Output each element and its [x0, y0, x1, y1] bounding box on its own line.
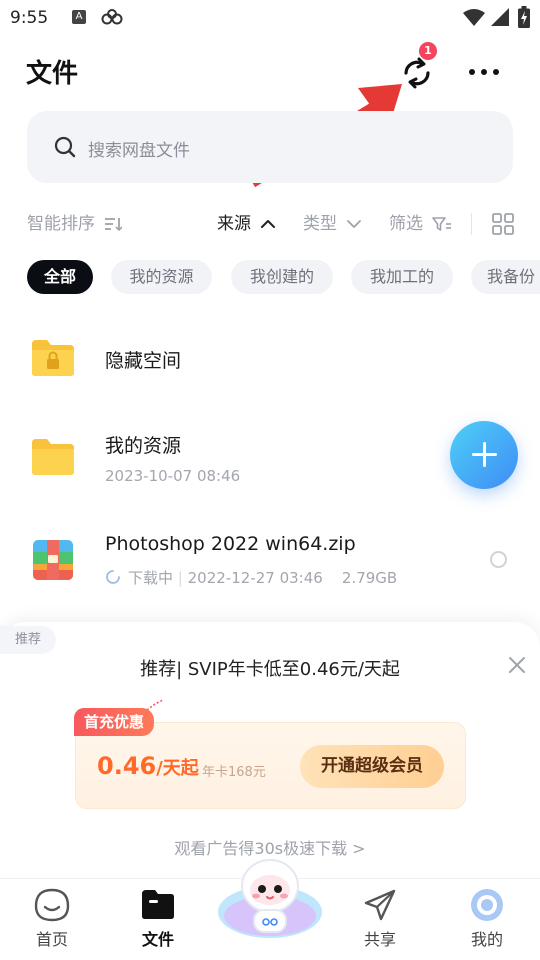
file-row-hidden-space[interactable] — [0, 322, 540, 398]
smart-sort-button[interactable]: 智能排序 — [27, 212, 123, 236]
nav-share[interactable]: 共享 — [345, 886, 415, 952]
chevron-down-icon — [347, 220, 362, 228]
chip-backup[interactable]: 我备份 — [471, 260, 540, 294]
zip-archive-icon — [33, 540, 73, 580]
open-svip-button[interactable]: 开通超级会员 — [300, 745, 444, 788]
source-label: 来源 — [217, 214, 251, 234]
home-icon — [34, 888, 70, 922]
nav-label: 共享 — [363, 930, 396, 949]
mascot-icon — [218, 859, 322, 938]
status-time: 9:55 — [10, 8, 49, 28]
filter-funnel-icon — [432, 217, 452, 231]
file-name: 我的资源 — [105, 435, 182, 457]
page-title: 文件 — [26, 59, 79, 89]
chevron-up-icon — [261, 220, 276, 228]
search-placeholder: 搜索网盘文件 — [88, 141, 190, 161]
source-dropdown[interactable]: 来源 — [217, 212, 276, 236]
offer-price: 0.46/天起 — [97, 752, 199, 780]
chip-my-resources[interactable]: 我的资源 — [111, 260, 212, 294]
mascot-button[interactable] — [216, 846, 324, 942]
sync-badge: 1 — [419, 42, 437, 60]
notification-a-icon: A — [72, 10, 86, 24]
signal-icon — [491, 8, 509, 26]
type-dropdown[interactable]: 类型 — [303, 212, 362, 236]
sort-lines-icon — [105, 218, 123, 232]
file-date: 2022-12-27 03:46 — [187, 569, 323, 587]
year-price: 年卡168元 — [202, 765, 266, 780]
file-name: Photoshop 2022 win64.zip — [105, 533, 356, 555]
share-plane-icon — [364, 889, 396, 921]
close-icon[interactable] — [508, 656, 526, 674]
sort-divider — [471, 213, 472, 235]
select-radio[interactable] — [490, 551, 507, 568]
file-size: 2.79GB — [341, 569, 398, 587]
filter-button[interactable]: 筛选 — [389, 212, 452, 236]
filter-label: 筛选 — [389, 214, 423, 234]
price-value: 0.46 — [97, 752, 157, 780]
promo-title: 推荐| SVIP年卡低至0.46元/天起 — [140, 659, 400, 680]
plus-icon-vertical — [483, 442, 486, 467]
profile-icon — [471, 889, 503, 921]
file-date: 2023-10-07 08:46 — [105, 467, 241, 485]
locked-folder-icon — [32, 340, 74, 376]
chip-created[interactable]: 我创建的 — [231, 260, 333, 294]
file-status-row: 下载中 | 2022-12-27 03:46 2.79GB — [128, 569, 398, 587]
wifi-icon — [463, 9, 485, 26]
search-icon — [54, 136, 76, 158]
price-unit: /天起 — [156, 758, 199, 779]
first-charge-badge: 首充优惠 — [74, 708, 155, 736]
more-horizontal-icon[interactable] — [466, 60, 502, 84]
type-label: 类型 — [303, 214, 337, 234]
nav-files[interactable]: 文件 — [123, 886, 193, 952]
download-status: 下载中 — [128, 569, 174, 587]
nav-label: 文件 — [141, 930, 174, 949]
file-name: 隐藏空间 — [105, 350, 182, 372]
cloud-app-icon — [101, 9, 123, 25]
smart-sort-label: 智能排序 — [27, 214, 95, 234]
battery-charging-icon — [518, 6, 530, 28]
loading-spinner-icon — [106, 570, 120, 584]
nav-label: 我的 — [470, 930, 503, 949]
chip-all[interactable]: 全部 — [27, 260, 93, 294]
folder-icon — [142, 890, 174, 919]
nav-home[interactable]: 首页 — [17, 886, 87, 952]
folder-icon — [32, 439, 74, 475]
promo-tag: 推荐 — [0, 626, 56, 654]
chip-processed[interactable]: 我加工的 — [351, 260, 453, 294]
nav-profile[interactable]: 我的 — [452, 886, 522, 952]
grid-view-icon[interactable] — [492, 213, 514, 235]
nav-label: 首页 — [35, 930, 68, 949]
